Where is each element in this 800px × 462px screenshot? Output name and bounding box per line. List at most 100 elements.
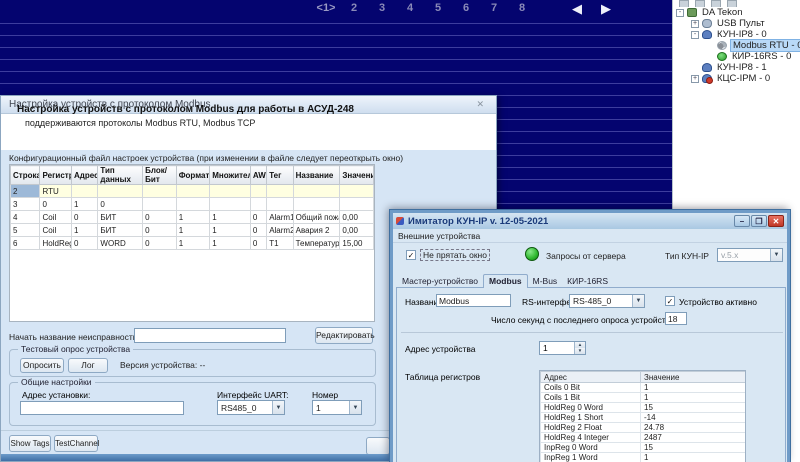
page-next-icon[interactable]: ▶ (601, 1, 611, 17)
table-cell[interactable] (176, 185, 210, 198)
table-row[interactable]: 5Coil1БИТ0110Alarm2Авария 20,00 (11, 224, 374, 237)
table-row[interactable]: InpReg 1 Word1 (541, 453, 746, 462)
table-cell[interactable] (293, 198, 340, 211)
column-header[interactable]: Тип данных (98, 166, 143, 185)
table-cell[interactable] (340, 198, 374, 211)
table-row[interactable]: HoldReg 2 Float24.78 (541, 423, 746, 433)
show-tags-button[interactable]: Show Tags (9, 435, 51, 452)
expand-icon[interactable]: + (691, 75, 699, 83)
table-cell[interactable]: T1 (267, 237, 293, 250)
table-cell[interactable]: 15 (641, 403, 746, 413)
table-cell[interactable]: 2487 (641, 433, 746, 443)
table-cell[interactable]: 6 (11, 237, 40, 250)
uart-interface-select[interactable]: RS485_0 ▼ (217, 400, 285, 415)
table-cell[interactable]: 1 (72, 224, 98, 237)
collapse-icon[interactable]: - (691, 31, 699, 39)
table-cell[interactable]: 0 (40, 198, 72, 211)
table-cell[interactable]: Alarm2 (267, 224, 293, 237)
table-row[interactable]: Coils 0 Bit1 (541, 383, 746, 393)
table-cell[interactable]: 3 (11, 198, 40, 211)
table-cell[interactable] (293, 185, 340, 198)
tree-item-da-tekon[interactable]: -DA Tekon (673, 7, 800, 18)
column-header[interactable]: Адрес (72, 166, 98, 185)
page-button-7[interactable]: 7 (480, 2, 508, 14)
scada-prefix-input[interactable] (134, 328, 286, 343)
column-header[interactable]: Название (293, 166, 340, 185)
table-cell[interactable]: Alarm1 (267, 211, 293, 224)
rs-interface-select[interactable]: RS-485_0 ▼ (569, 294, 645, 308)
table-cell[interactable] (210, 185, 251, 198)
table-cell[interactable]: 1 (72, 198, 98, 211)
install-address-input[interactable] (20, 401, 184, 415)
table-cell[interactable]: 0 (250, 237, 266, 250)
dont-hide-label[interactable]: Не прятать окно (420, 249, 490, 261)
column-header[interactable]: Значение (641, 372, 746, 383)
tab-кир-16rs[interactable]: КИР-16RS (562, 275, 613, 288)
table-cell[interactable]: 1 (176, 211, 210, 224)
chevron-down-icon[interactable]: ▼ (272, 401, 284, 414)
table-cell[interactable] (143, 185, 177, 198)
table-cell[interactable]: HoldReg 1 Short (541, 413, 641, 423)
table-cell[interactable] (210, 198, 251, 211)
poll-button[interactable]: Опросить (20, 358, 64, 373)
column-header[interactable]: Регистр (40, 166, 72, 185)
column-header[interactable]: AW (250, 166, 266, 185)
table-row[interactable]: HoldReg 0 Word15 (541, 403, 746, 413)
page-button-5[interactable]: 5 (424, 2, 452, 14)
table-cell[interactable]: 1 (176, 237, 210, 250)
external-devices-menu[interactable]: Внешние устройства (393, 229, 787, 243)
table-cell[interactable]: БИТ (98, 224, 143, 237)
table-cell[interactable]: 1 (210, 224, 251, 237)
device-number-select[interactable]: 1 ▼ (312, 400, 362, 415)
device-name-input[interactable] (436, 294, 511, 307)
device-address-stepper[interactable]: 1 ▲ ▼ (539, 341, 586, 355)
tree-item-modbus-rtu-0[interactable]: Modbus RTU - 0 (673, 40, 800, 51)
table-cell[interactable]: Coil (40, 211, 72, 224)
table-cell[interactable]: 0 (72, 237, 98, 250)
device-active-label[interactable]: Устройство активно (679, 297, 757, 307)
table-cell[interactable] (143, 198, 177, 211)
table-cell[interactable]: 1 (176, 224, 210, 237)
table-cell[interactable] (98, 185, 143, 198)
page-button-4[interactable]: 4 (396, 2, 424, 14)
page-button-1[interactable]: <1> (312, 2, 340, 14)
table-cell[interactable]: HoldReg 0 Word (541, 403, 641, 413)
table-cell[interactable]: 1 (641, 393, 746, 403)
table-cell[interactable]: 15 (641, 443, 746, 453)
column-header[interactable]: Адрес (541, 372, 641, 383)
table-cell[interactable]: HoldReg (40, 237, 72, 250)
dont-hide-checkbox[interactable]: ✓ (406, 250, 416, 260)
table-cell[interactable] (72, 185, 98, 198)
table-cell[interactable] (250, 198, 266, 211)
table-row[interactable]: 2RTU (11, 185, 374, 198)
table-cell[interactable]: 0,00 (340, 224, 374, 237)
expand-icon[interactable]: + (691, 20, 699, 28)
table-cell[interactable]: 2 (11, 185, 40, 198)
tree-item-usb-пульт[interactable]: +USB Пульт (673, 18, 800, 29)
table-cell[interactable] (250, 185, 266, 198)
edit-button[interactable]: Редактировать (315, 327, 373, 344)
table-cell[interactable]: HoldReg 4 Integer (541, 433, 641, 443)
tree-item-кун-ip8-1[interactable]: КУН-IP8 - 1 (673, 62, 800, 73)
table-row[interactable]: HoldReg 1 Short-14 (541, 413, 746, 423)
table-cell[interactable]: 0 (143, 237, 177, 250)
chevron-down-icon[interactable]: ▼ (770, 249, 782, 261)
table-cell[interactable]: 24.78 (641, 423, 746, 433)
page-prev-icon[interactable]: ◀ (572, 1, 582, 17)
chevron-down-icon[interactable]: ▼ (632, 295, 644, 307)
table-cell[interactable]: Coils 0 Bit (541, 383, 641, 393)
table-cell[interactable]: HoldReg 2 Float (541, 423, 641, 433)
page-button-2[interactable]: 2 (340, 2, 368, 14)
kun-type-select[interactable]: v.5.x ▼ (717, 248, 783, 262)
table-row[interactable]: HoldReg 4 Integer2487 (541, 433, 746, 443)
page-button-6[interactable]: 6 (452, 2, 480, 14)
tab-мастер-устройство[interactable]: Мастер-устройство (397, 275, 483, 288)
close-icon[interactable]: ✕ (768, 215, 784, 227)
maximize-icon[interactable]: ❐ (751, 215, 767, 227)
seconds-since-poll-input[interactable] (665, 312, 687, 325)
table-cell[interactable]: 1 (641, 383, 746, 393)
page-button-3[interactable]: 3 (368, 2, 396, 14)
test-channel-button[interactable]: TestChannel (54, 435, 98, 452)
table-row[interactable]: 4Coil0БИТ0110Alarm1Общий пожар0,00 (11, 211, 374, 224)
table-cell[interactable] (267, 198, 293, 211)
